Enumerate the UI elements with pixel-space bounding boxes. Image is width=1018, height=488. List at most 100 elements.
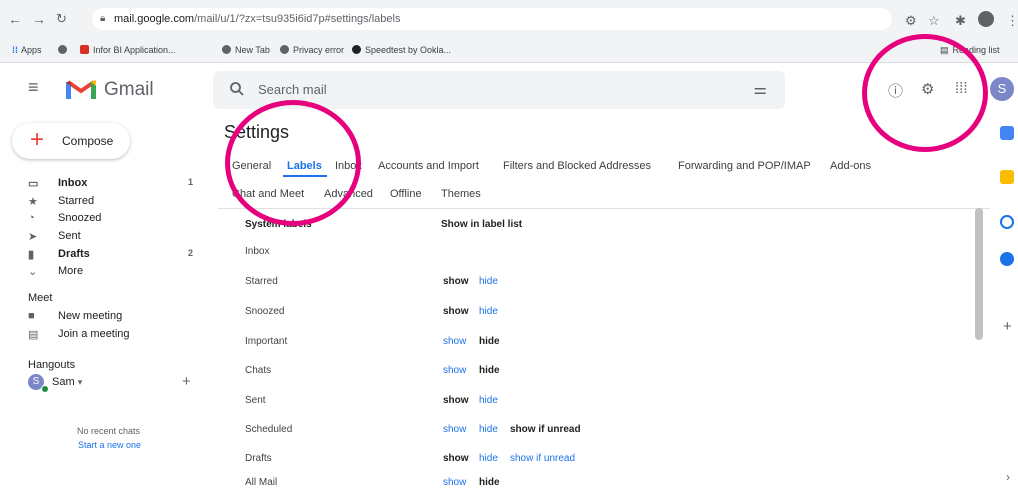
sidebar-item-inbox[interactable]: ▭ Inbox 1 bbox=[28, 177, 198, 191]
label-option-show[interactable]: show bbox=[443, 306, 469, 317]
video-icon: ■ bbox=[28, 310, 35, 322]
bookmark-privacy[interactable]: Privacy error bbox=[280, 45, 344, 55]
tab-addons[interactable]: Add-ons bbox=[830, 160, 871, 172]
label-row-chats: Chats bbox=[245, 365, 272, 376]
browser-chrome: ← → ↻ 🔒︎ mail.google.com/mail/u/1/?zx=ts… bbox=[0, 0, 1018, 63]
reload-icon[interactable]: ↻ bbox=[56, 11, 67, 27]
sidebar-item-more[interactable]: ⌄ More bbox=[28, 265, 198, 279]
bookmark-apps[interactable]: ⁞⁞ Apps bbox=[12, 45, 42, 55]
bookmark-speedtest[interactable]: Speedtest by Ookla... bbox=[352, 45, 451, 55]
keep-icon[interactable] bbox=[1000, 170, 1014, 184]
extension-icon[interactable]: ⚙ bbox=[905, 13, 917, 29]
label-option-hide[interactable]: hide bbox=[479, 477, 500, 488]
tab-forwarding[interactable]: Forwarding and POP/IMAP bbox=[678, 160, 811, 172]
label-option-hide[interactable]: hide bbox=[479, 336, 500, 347]
globe-icon bbox=[280, 45, 289, 54]
highlight-ring-settings bbox=[862, 34, 988, 152]
bookmark-newtab[interactable]: New Tab bbox=[222, 45, 270, 55]
profile-icon[interactable] bbox=[978, 11, 994, 27]
draft-icon: ▮ bbox=[28, 249, 35, 261]
avatar[interactable]: S bbox=[990, 77, 1014, 101]
unread-count: 1 bbox=[188, 177, 194, 187]
meet-heading: Meet bbox=[28, 292, 53, 304]
label-option-show[interactable]: show bbox=[443, 365, 466, 376]
highlight-ring-labels bbox=[225, 100, 361, 226]
label-option-hide[interactable]: hide bbox=[479, 424, 498, 435]
label-option-show[interactable]: show bbox=[443, 477, 466, 488]
chevron-right-icon[interactable]: › bbox=[1006, 470, 1010, 484]
contacts-icon[interactable] bbox=[1000, 252, 1014, 266]
label-option-hide[interactable]: hide bbox=[479, 453, 498, 464]
star-icon: ★ bbox=[28, 196, 38, 208]
star-bookmark-icon[interactable]: ☆ bbox=[928, 13, 940, 29]
sidebar-item-drafts[interactable]: ▮ Drafts 2 bbox=[28, 248, 198, 262]
search-icon[interactable] bbox=[229, 81, 245, 97]
sidebar-item-snoozed[interactable]: ◔ Snoozed bbox=[28, 212, 198, 226]
compose-button[interactable]: + Compose bbox=[12, 123, 130, 159]
label-row-scheduled: Scheduled bbox=[245, 424, 293, 435]
scrollbar[interactable] bbox=[975, 208, 983, 340]
sidebar-item-label: Sent bbox=[58, 230, 81, 242]
globe-icon bbox=[58, 45, 67, 54]
label-option-show-if-unread[interactable]: show if unread bbox=[510, 453, 575, 464]
gmail-logo-icon[interactable] bbox=[66, 78, 96, 100]
send-icon: ➤ bbox=[28, 231, 38, 243]
search-input[interactable]: Search mail bbox=[258, 82, 327, 97]
bookmark-globe[interactable] bbox=[58, 45, 71, 55]
url-text: mail.google.com/mail/u/1/?zx=tsu935i6id7… bbox=[114, 13, 401, 25]
hangouts-heading: Hangouts bbox=[28, 359, 76, 371]
label-row-drafts: Drafts bbox=[245, 453, 272, 464]
sidebar-item-label: Starred bbox=[58, 195, 95, 207]
no-recent-chats: No recent chats bbox=[77, 426, 141, 436]
label-row-sent: Sent bbox=[245, 395, 266, 406]
calendar-icon[interactable] bbox=[1000, 126, 1014, 140]
bookmark-infor[interactable]: Infor BI Application... bbox=[80, 45, 176, 55]
label-row-inbox: Inbox bbox=[245, 246, 270, 257]
search-options-icon[interactable]: ⚌ bbox=[754, 80, 767, 98]
meet-item-label: Join a meeting bbox=[58, 328, 130, 340]
label-option-hide[interactable]: hide bbox=[479, 306, 498, 317]
label-option-show[interactable]: show bbox=[443, 336, 466, 347]
label-option-hide[interactable]: hide bbox=[479, 365, 500, 376]
label-option-show[interactable]: show bbox=[443, 424, 466, 435]
tasks-icon[interactable] bbox=[1000, 215, 1014, 229]
hangouts-user[interactable]: Sam ▾ bbox=[52, 376, 82, 388]
menu-dots-icon[interactable]: ⋮ bbox=[1006, 13, 1018, 29]
address-bar[interactable]: 🔒︎ mail.google.com/mail/u/1/?zx=tsu935i6… bbox=[92, 8, 892, 30]
add-addon-icon[interactable]: + bbox=[1003, 318, 1012, 335]
label-option-show[interactable]: show bbox=[443, 453, 469, 464]
join-meeting-item[interactable]: ▤ Join a meeting bbox=[28, 328, 198, 342]
meet-item-label: New meeting bbox=[58, 310, 123, 322]
label-option-hide[interactable]: hide bbox=[479, 395, 498, 406]
tab-themes[interactable]: Themes bbox=[441, 188, 481, 200]
app-name: Gmail bbox=[104, 79, 154, 100]
plus-icon: + bbox=[30, 126, 45, 153]
chevron-down-icon: ⌄ bbox=[28, 266, 38, 278]
puzzle-icon[interactable]: ✱ bbox=[955, 13, 966, 29]
new-meeting-item[interactable]: ■ New meeting bbox=[28, 310, 198, 324]
label-row-snoozed: Snoozed bbox=[245, 306, 285, 317]
label-option-show[interactable]: show bbox=[443, 395, 469, 406]
sidebar-item-starred[interactable]: ★ Starred bbox=[28, 195, 198, 209]
inbox-icon: ▭ bbox=[28, 178, 39, 190]
compose-label: Compose bbox=[62, 134, 114, 148]
sidebar-item-sent[interactable]: ➤ Sent bbox=[28, 230, 198, 244]
online-status-dot bbox=[41, 385, 49, 393]
main-menu-icon[interactable]: ≡ bbox=[28, 77, 39, 98]
sidebar-item-label: Inbox bbox=[58, 177, 88, 189]
label-row-all-mail: All Mail bbox=[245, 477, 278, 488]
label-option-hide[interactable]: hide bbox=[479, 276, 498, 287]
label-option-show-if-unread[interactable]: show if unread bbox=[510, 424, 581, 435]
tab-accounts[interactable]: Accounts and Import bbox=[378, 160, 479, 172]
sidebar-item-label: Drafts bbox=[58, 248, 90, 260]
tab-filters[interactable]: Filters and Blocked Addresses bbox=[503, 160, 651, 172]
label-option-show[interactable]: show bbox=[443, 276, 469, 287]
forward-icon[interactable]: → bbox=[32, 11, 46, 27]
clock-icon: ◔ bbox=[28, 212, 35, 224]
start-new-chat-link[interactable]: Start a new one bbox=[78, 440, 141, 450]
tab-offline[interactable]: Offline bbox=[390, 188, 422, 200]
sidebar-item-label: More bbox=[58, 265, 84, 277]
column-header-show-in-list: Show in label list bbox=[441, 219, 523, 230]
add-chat-icon[interactable]: + bbox=[182, 373, 191, 390]
back-icon[interactable]: ← bbox=[8, 11, 22, 27]
